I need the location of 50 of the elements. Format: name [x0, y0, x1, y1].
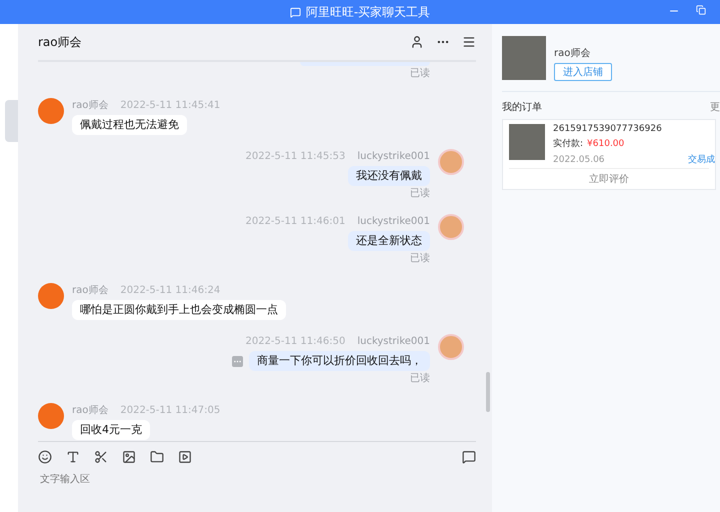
sender-name: rao师会 [72, 404, 108, 417]
message-time: 2022-5-11 11:46:24 [120, 284, 220, 296]
scrollbar[interactable] [486, 372, 490, 412]
read-receipt: 已读 [410, 373, 430, 385]
sender-name: luckystrike001 [357, 216, 430, 226]
chat-history-icon[interactable] [462, 450, 476, 464]
restore-icon[interactable] [696, 5, 706, 15]
font-icon[interactable] [66, 450, 80, 464]
orders-title: 我的订单 [502, 100, 542, 114]
order-date: 2022.05.06 [553, 154, 605, 164]
avatar[interactable] [38, 403, 64, 429]
message-time: 2022-5-11 11:46:01 [245, 216, 346, 226]
image-icon[interactable] [122, 450, 136, 464]
emoji-icon[interactable] [38, 450, 52, 464]
read-receipt: 已读 [410, 253, 430, 265]
app-logo-icon [290, 6, 301, 18]
enter-shop-button[interactable]: 进入店铺 [554, 63, 612, 81]
sender-name: rao师会 [72, 284, 108, 297]
video-icon[interactable] [178, 450, 192, 464]
order-number: 2615917539077736926 [553, 124, 663, 134]
folder-icon[interactable] [150, 450, 164, 464]
scissors-icon[interactable] [94, 450, 108, 464]
message-bubble: 我还没有佩戴 [348, 166, 430, 186]
message-time: 2022-5-11 11:46:50 [245, 336, 346, 346]
shop-name: rao师会 [554, 47, 592, 60]
message-bubble: 哪怕是正圆你戴到手上也会变成椭圆一点 [72, 300, 286, 320]
avatar[interactable] [38, 283, 64, 309]
menu-icon[interactable] [462, 35, 476, 49]
message-bubble: 还是全新状态 [348, 231, 430, 251]
message-time: 2022-5-11 11:45:41 [120, 100, 220, 110]
message-bubble: 佩戴过程也无法避免 [72, 115, 187, 135]
order-status[interactable]: 交易成 [688, 153, 715, 166]
sender-name: luckystrike001 [357, 336, 430, 346]
window-title: 阿里旺旺-买家聊天工具 [306, 4, 430, 20]
photo-placeholder [509, 124, 545, 160]
paid-label: 实付款: [553, 138, 584, 150]
message-time: 2022-5-11 11:47:05 [120, 404, 220, 416]
message-bubble: 商量一下你可以折价回收回去吗， [249, 351, 430, 371]
message-time: 2022-5-11 11:45:53 [245, 150, 346, 162]
order-amount: ¥610.00 [587, 138, 624, 148]
more-link[interactable]: 更 [710, 100, 720, 114]
photo-placeholder [502, 36, 546, 80]
avatar[interactable] [38, 98, 64, 124]
sender-name: rao师会 [72, 99, 108, 112]
read-receipt: 已读 [410, 188, 430, 200]
chat-title: rao师会 [38, 34, 82, 50]
message-bubble: 回收4元一克 [72, 420, 150, 440]
read-receipt: 已读 [410, 68, 430, 80]
review-button[interactable]: 立即评价 [509, 168, 709, 189]
sender-name: luckystrike001 [357, 150, 430, 162]
